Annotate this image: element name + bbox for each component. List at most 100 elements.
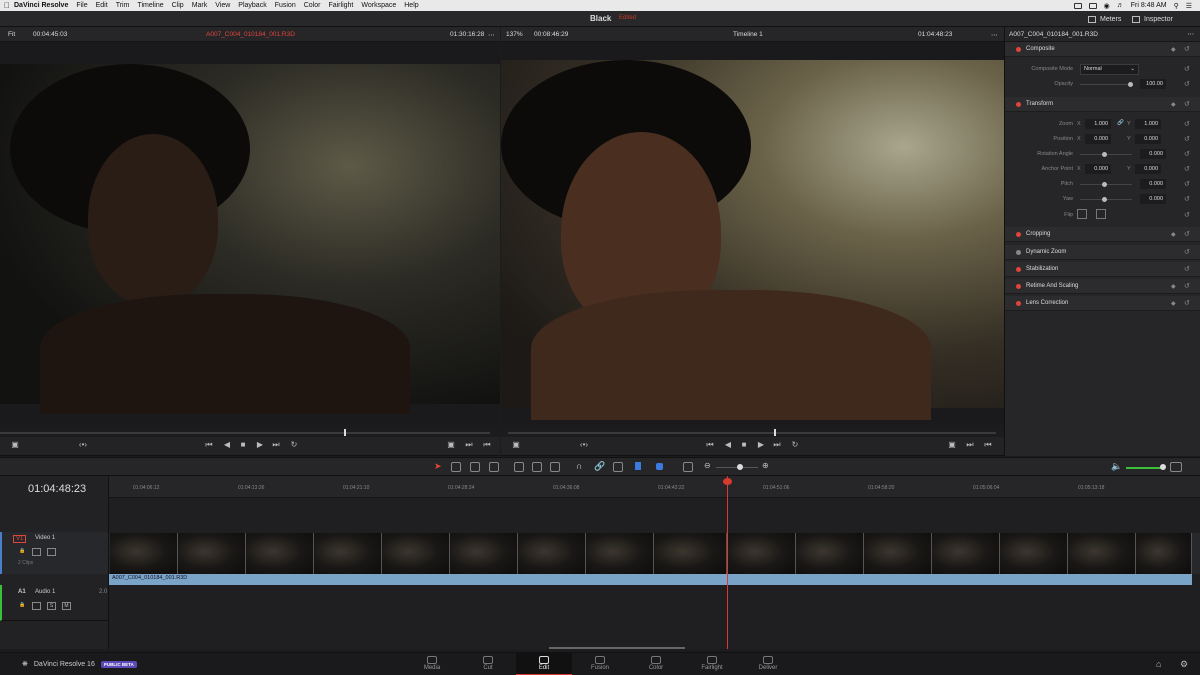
viewer-mode-icon[interactable]: ▣	[511, 440, 521, 450]
section-stabilization[interactable]: Stabilization ↺	[1005, 262, 1200, 277]
page-cut[interactable]: Cut	[460, 653, 516, 675]
page-deliver[interactable]: Deliver	[740, 653, 796, 675]
speaker-icon[interactable]: 🔈	[1111, 461, 1122, 472]
viewer-mode-icon[interactable]: ▣	[10, 440, 20, 450]
menu-workspace[interactable]: Workspace	[361, 2, 396, 9]
menu-edit[interactable]: Edit	[96, 2, 108, 9]
anchor-x-value[interactable]: 0.000	[1085, 164, 1111, 174]
section-cropping[interactable]: Cropping ◆ ↺	[1005, 227, 1200, 242]
volume-knob[interactable]	[1160, 464, 1166, 470]
menu-file[interactable]: File	[76, 2, 87, 9]
page-media[interactable]: Media	[404, 653, 460, 675]
zoom-x-value[interactable]: 1.000	[1085, 119, 1111, 129]
snapping-icon[interactable]: ∩	[576, 461, 582, 471]
audio-meter-icon[interactable]	[1170, 462, 1182, 472]
reset-icon[interactable]: ↺	[1184, 265, 1190, 273]
opacity-value[interactable]: 100.00	[1140, 79, 1166, 89]
opacity-slider[interactable]	[1080, 84, 1132, 85]
rotation-value[interactable]: 0.000	[1140, 149, 1166, 159]
menu-help[interactable]: Help	[404, 2, 418, 9]
replace-tool-icon[interactable]	[550, 462, 560, 472]
video-track-id[interactable]: V1	[13, 535, 27, 543]
position-y-value[interactable]: 0.000	[1135, 134, 1161, 144]
source-scrubber[interactable]	[0, 432, 490, 434]
menu-timeline[interactable]: Timeline	[137, 2, 163, 9]
clip-thumbnail[interactable]	[1068, 533, 1136, 574]
jog-icon[interactable]: ‹•›	[579, 440, 589, 450]
reset-icon[interactable]: ↺	[1184, 80, 1190, 88]
pitch-value[interactable]: 0.000	[1140, 179, 1166, 189]
menu-app[interactable]: DaVinci Resolve	[14, 2, 68, 9]
reset-icon[interactable]: ↺	[1184, 230, 1190, 238]
prev-edit-icon[interactable]: ⏮	[983, 440, 993, 450]
clip-thumbnail[interactable]	[382, 533, 450, 574]
next-clip-icon[interactable]: ⏭	[772, 440, 782, 450]
clip-thumbnail[interactable]	[932, 533, 1000, 574]
clip-thumbnail[interactable]	[450, 533, 518, 574]
menu-list-icon[interactable]: ☰	[1186, 2, 1192, 10]
source-playhead[interactable]	[344, 429, 346, 436]
blade-tool-icon[interactable]	[489, 462, 499, 472]
flip-horizontal-icon[interactable]	[1077, 209, 1087, 219]
clip-thumbnail[interactable]	[864, 533, 932, 574]
lock-icon[interactable]: 🔒	[18, 548, 27, 556]
match-frame-icon[interactable]: ▣	[947, 440, 957, 450]
auto-select-icon[interactable]	[32, 602, 41, 610]
reset-icon[interactable]: ↺	[1184, 299, 1190, 307]
marker-icon[interactable]	[656, 463, 663, 470]
page-color[interactable]: Color	[628, 653, 684, 675]
replace-icon[interactable]: ⏮	[482, 440, 492, 450]
link-icon[interactable]: 🔗	[1117, 120, 1124, 126]
transform-enable-icon[interactable]	[1016, 102, 1021, 107]
timeline-options-icon[interactable]: ⋯	[991, 31, 998, 39]
wifi-icon[interactable]: ◉	[1104, 2, 1110, 10]
composite-mode-select[interactable]: Normal ⌄	[1080, 64, 1139, 75]
page-fairlight[interactable]: Fairlight	[684, 653, 740, 675]
search-icon[interactable]: ⚲	[1174, 2, 1179, 10]
flag-icon[interactable]	[635, 462, 641, 470]
keyframe-icon[interactable]: ◆	[1171, 283, 1176, 290]
clip-thumbnail[interactable]	[1136, 533, 1192, 574]
section-dynamic-zoom[interactable]: Dynamic Zoom ↺	[1005, 245, 1200, 260]
loop-icon[interactable]: ↻	[790, 440, 800, 450]
dynamic-trim-icon[interactable]	[470, 462, 480, 472]
menu-mark[interactable]: Mark	[192, 2, 208, 9]
composite-enable-icon[interactable]	[1016, 47, 1021, 52]
inspector-options-icon[interactable]: ⋯	[1188, 30, 1195, 38]
menu-fusion[interactable]: Fusion	[275, 2, 296, 9]
track-visibility-icon[interactable]	[47, 548, 56, 556]
reverse-icon[interactable]: ◀	[723, 440, 733, 450]
menu-trim[interactable]: Trim	[116, 2, 130, 9]
timeline-zoom[interactable]: 137%	[506, 31, 523, 38]
dynamic-zoom-enable-icon[interactable]	[1016, 250, 1021, 255]
mute-icon[interactable]: M	[62, 602, 71, 610]
stabilization-enable-icon[interactable]	[1016, 267, 1021, 272]
inspector-button[interactable]: Inspector	[1132, 13, 1173, 25]
timeline-viewer[interactable]	[501, 42, 1004, 425]
section-composite[interactable]: Composite ◆ ↺	[1005, 42, 1200, 57]
timeline-area[interactable]: 01:04:06:12 01:04:13:26 01:04:21:10 01:0…	[109, 476, 1200, 649]
reset-icon[interactable]: ↺	[1184, 248, 1190, 256]
overwrite-icon[interactable]: ⏭	[464, 440, 474, 450]
reset-icon[interactable]: ↺	[1184, 150, 1190, 158]
lens-enable-icon[interactable]	[1016, 301, 1021, 306]
reset-icon[interactable]: ↺	[1184, 135, 1190, 143]
stop-icon[interactable]: ■	[238, 440, 248, 450]
zoom-slider-knob[interactable]	[737, 464, 743, 470]
selection-tool-icon[interactable]: ➤	[434, 461, 442, 472]
timeline-timecode[interactable]: 01:04:48:23	[28, 483, 86, 495]
home-icon[interactable]: ⌂	[1156, 659, 1161, 669]
reset-icon[interactable]: ↺	[1184, 65, 1190, 73]
play-icon[interactable]: ▶	[255, 440, 265, 450]
next-edit-icon[interactable]: ⏭	[965, 440, 975, 450]
clip-thumbnail[interactable]	[728, 533, 796, 574]
clock[interactable]: Fri 8:48 AM	[1131, 2, 1167, 9]
meters-button[interactable]: Meters	[1088, 13, 1121, 25]
position-lock-icon[interactable]	[613, 462, 623, 472]
anchor-y-value[interactable]: 0.000	[1135, 164, 1161, 174]
section-transform[interactable]: Transform ◆ ↺	[1005, 97, 1200, 112]
page-edit[interactable]: Edit	[516, 653, 572, 675]
timeline-scrollbar[interactable]	[549, 647, 685, 649]
zoom-in-icon[interactable]: ⊕	[762, 461, 769, 470]
yaw-slider-knob[interactable]	[1102, 197, 1107, 202]
